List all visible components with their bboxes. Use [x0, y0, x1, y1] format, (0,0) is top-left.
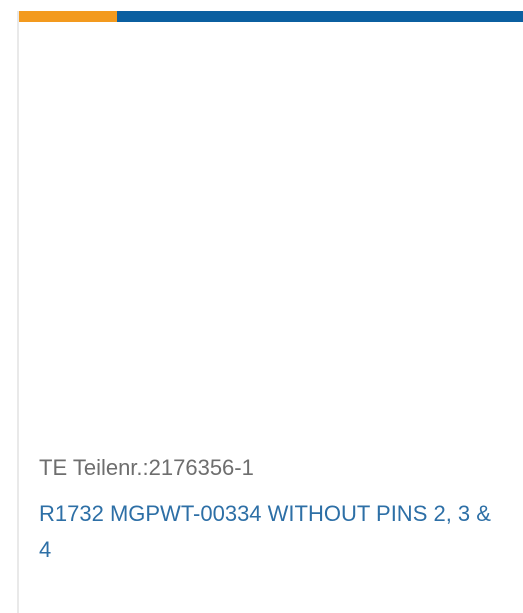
part-number: TE Teilenr.:2176356-1: [39, 455, 254, 480]
product-card[interactable]: TE Teilenr.:2176356-1 R1732 MGPWT-00334 …: [17, 11, 523, 613]
product-title-link[interactable]: R1732 MGPWT-00334 WITHOUT PINS 2, 3 & 4: [39, 496, 509, 568]
card-accent-bar: [19, 11, 523, 22]
product-image-placeholder[interactable]: [19, 22, 523, 452]
accent-bar-blue-segment: [117, 11, 523, 22]
accent-bar-orange-segment: [19, 11, 117, 22]
